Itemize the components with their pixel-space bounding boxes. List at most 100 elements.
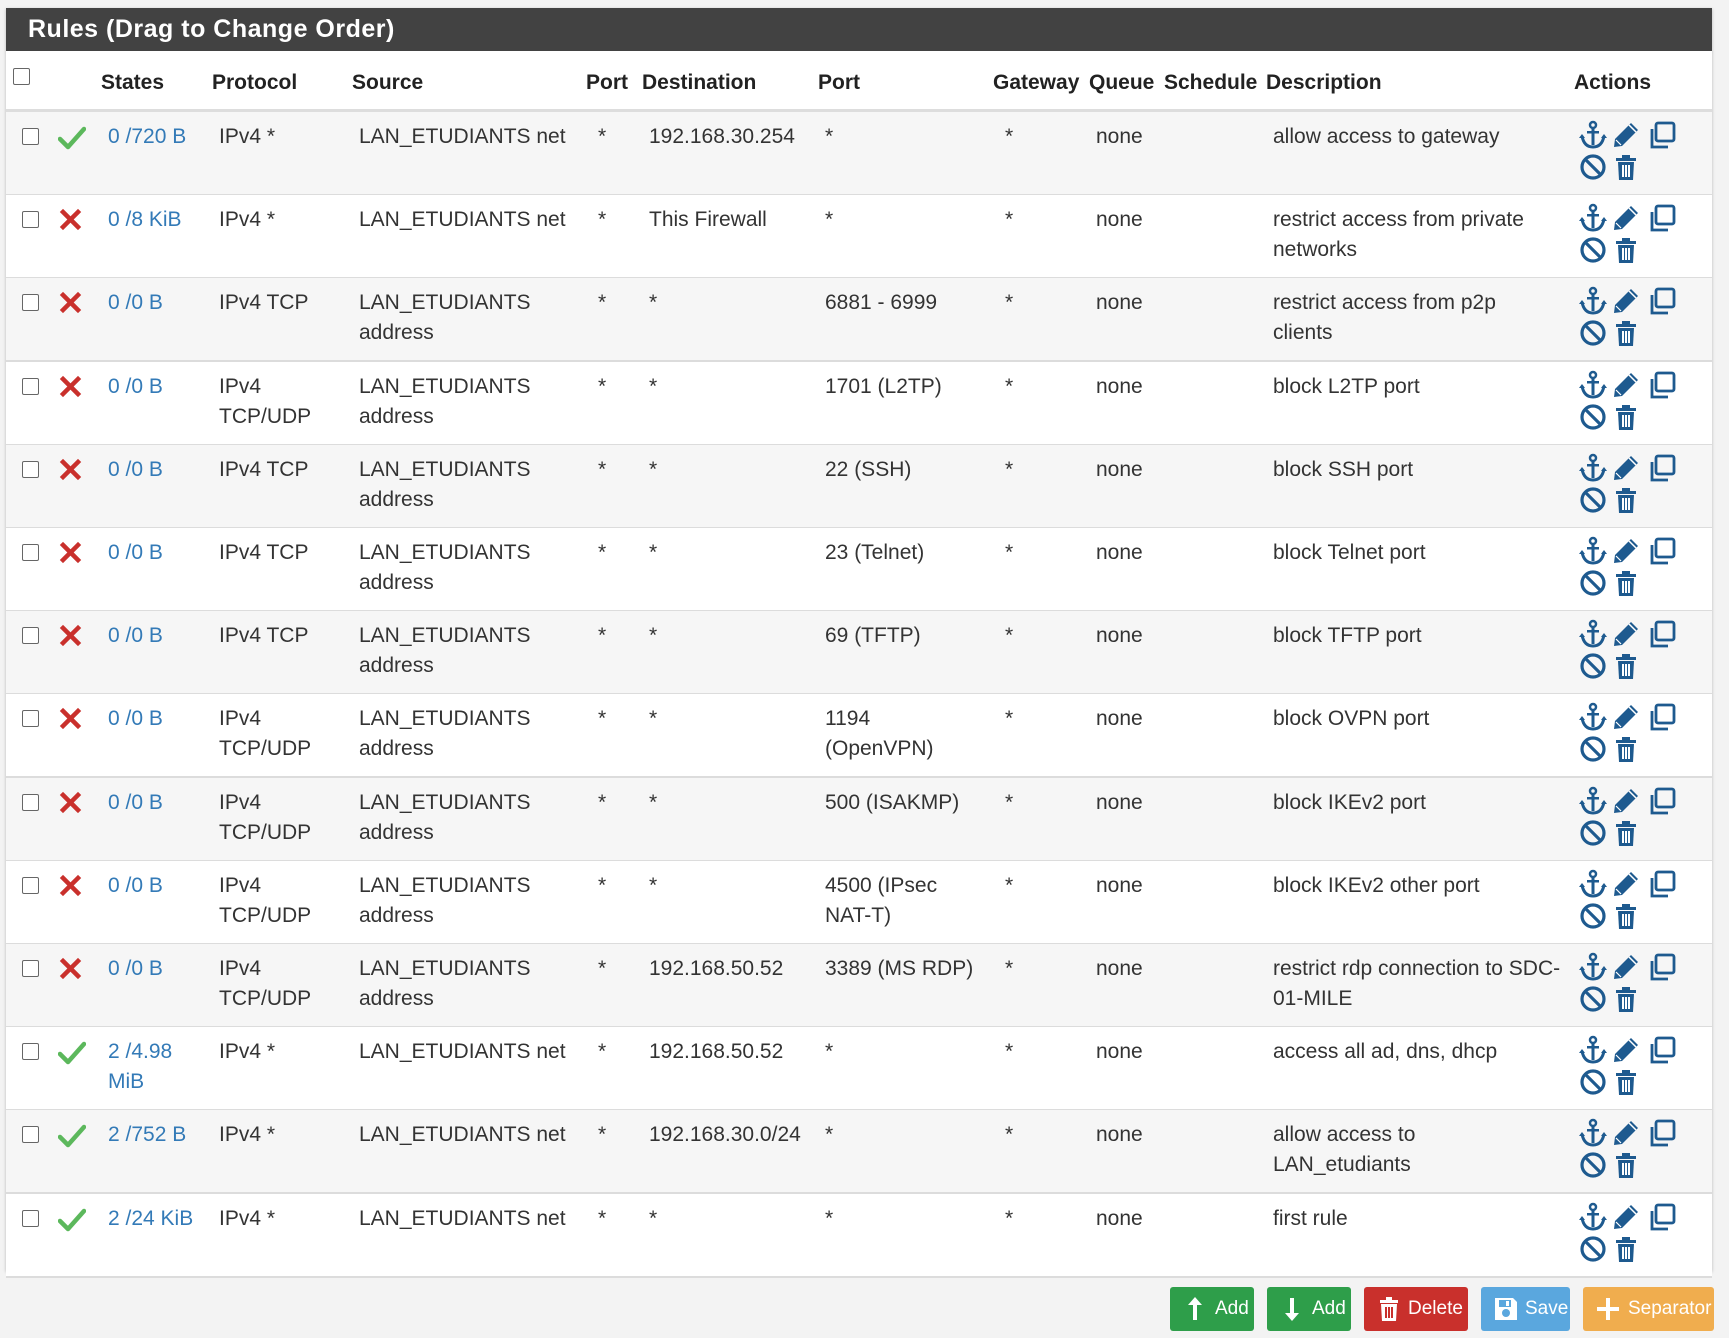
ban-icon[interactable] <box>1578 901 1608 931</box>
ban-icon[interactable] <box>1578 568 1608 598</box>
ban-icon[interactable] <box>1578 734 1608 764</box>
rule-states[interactable]: 0 /0 B <box>108 871 163 901</box>
trash-icon[interactable] <box>1611 1150 1641 1180</box>
add-rule-bottom-button[interactable]: Add <box>1267 1287 1351 1331</box>
rule-row[interactable]: 0 /0 B IPv4 TCP LAN_ETUDIANTS address * * 22 (… <box>6 445 1712 529</box>
ban-icon[interactable] <box>1578 485 1608 515</box>
rule-states[interactable]: 0 /8 KiB <box>108 205 182 235</box>
anchor-icon[interactable] <box>1578 536 1608 566</box>
col-destination[interactable]: Destination <box>642 71 756 95</box>
rule-row[interactable]: 0 /0 B IPv4 TCP/UDP LAN_ETUDIANTS address * * 1… <box>6 694 1712 778</box>
rule-states[interactable]: 0 /720 B <box>108 122 186 152</box>
rule-row[interactable]: 0 /0 B IPv4 TCP LAN_ETUDIANTS address * * 6881… <box>6 278 1712 362</box>
col-source-port[interactable]: Port <box>586 71 628 95</box>
pencil-icon[interactable] <box>1611 619 1641 649</box>
rule-row[interactable]: 2 /752 B IPv4 * LAN_ETUDIANTS net * 192.168.… <box>6 1110 1712 1194</box>
col-schedule[interactable]: Schedule <box>1164 71 1257 95</box>
pencil-icon[interactable] <box>1611 952 1641 982</box>
anchor-icon[interactable] <box>1578 370 1608 400</box>
col-protocol[interactable]: Protocol <box>212 71 297 95</box>
rule-states[interactable]: 2 /752 B <box>108 1120 186 1150</box>
trash-icon[interactable] <box>1611 651 1641 681</box>
pencil-icon[interactable] <box>1611 203 1641 233</box>
col-dest-port[interactable]: Port <box>818 71 860 95</box>
anchor-icon[interactable] <box>1578 1035 1608 1065</box>
pencil-icon[interactable] <box>1611 453 1641 483</box>
trash-icon[interactable] <box>1611 818 1641 848</box>
col-states[interactable]: States <box>101 71 164 95</box>
pencil-icon[interactable] <box>1611 869 1641 899</box>
rule-states[interactable]: 2 /24 KiB <box>108 1204 193 1234</box>
ban-icon[interactable] <box>1578 152 1608 182</box>
select-all-checkbox[interactable] <box>13 68 30 85</box>
copy-icon[interactable] <box>1647 952 1677 982</box>
copy-icon[interactable] <box>1647 203 1677 233</box>
rule-row[interactable]: 2 /24 KiB IPv4 * LAN_ETUDIANTS net * * * * none… <box>6 1194 1712 1278</box>
copy-icon[interactable] <box>1647 1202 1677 1232</box>
rule-select-checkbox[interactable] <box>22 960 39 977</box>
anchor-icon[interactable] <box>1578 203 1608 233</box>
trash-icon[interactable] <box>1611 152 1641 182</box>
col-queue[interactable]: Queue <box>1089 71 1154 95</box>
copy-icon[interactable] <box>1647 1035 1677 1065</box>
anchor-icon[interactable] <box>1578 453 1608 483</box>
copy-icon[interactable] <box>1647 120 1677 150</box>
pencil-icon[interactable] <box>1611 1202 1641 1232</box>
rule-select-checkbox[interactable] <box>22 627 39 644</box>
rule-row[interactable]: 0 /0 B IPv4 TCP LAN_ETUDIANTS address * * 69 (… <box>6 611 1712 695</box>
pencil-icon[interactable] <box>1611 536 1641 566</box>
ban-icon[interactable] <box>1578 651 1608 681</box>
anchor-icon[interactable] <box>1578 120 1608 150</box>
rule-select-checkbox[interactable] <box>22 1210 39 1227</box>
rule-states[interactable]: 0 /0 B <box>108 372 163 402</box>
trash-icon[interactable] <box>1611 235 1641 265</box>
copy-icon[interactable] <box>1647 453 1677 483</box>
trash-icon[interactable] <box>1611 1234 1641 1264</box>
pencil-icon[interactable] <box>1611 786 1641 816</box>
ban-icon[interactable] <box>1578 1234 1608 1264</box>
col-gateway[interactable]: Gateway <box>993 71 1079 95</box>
pencil-icon[interactable] <box>1611 120 1641 150</box>
rule-select-checkbox[interactable] <box>22 877 39 894</box>
anchor-icon[interactable] <box>1578 286 1608 316</box>
rule-states[interactable]: 0 /0 B <box>108 788 163 818</box>
anchor-icon[interactable] <box>1578 1202 1608 1232</box>
trash-icon[interactable] <box>1611 734 1641 764</box>
save-button[interactable]: Save <box>1481 1287 1570 1331</box>
ban-icon[interactable] <box>1578 984 1608 1014</box>
rule-select-checkbox[interactable] <box>22 211 39 228</box>
ban-icon[interactable] <box>1578 402 1608 432</box>
col-description[interactable]: Description <box>1266 71 1382 95</box>
anchor-icon[interactable] <box>1578 952 1608 982</box>
rule-row[interactable]: 2 /4.98 MiB IPv4 * LAN_ETUDIANTS net * 192.16… <box>6 1027 1712 1111</box>
copy-icon[interactable] <box>1647 1118 1677 1148</box>
rule-row[interactable]: 0 /0 B IPv4 TCP/UDP LAN_ETUDIANTS address * * 5… <box>6 778 1712 862</box>
copy-icon[interactable] <box>1647 619 1677 649</box>
rule-select-checkbox[interactable] <box>22 1043 39 1060</box>
trash-icon[interactable] <box>1611 402 1641 432</box>
rule-select-checkbox[interactable] <box>22 544 39 561</box>
col-source[interactable]: Source <box>352 71 423 95</box>
rule-select-checkbox[interactable] <box>22 794 39 811</box>
trash-icon[interactable] <box>1611 984 1641 1014</box>
rule-states[interactable]: 0 /0 B <box>108 621 163 651</box>
copy-icon[interactable] <box>1647 869 1677 899</box>
rule-row[interactable]: 0 /720 B IPv4 * LAN_ETUDIANTS net * 192.168.… <box>6 112 1712 196</box>
anchor-icon[interactable] <box>1578 1118 1608 1148</box>
add-rule-top-button[interactable]: Add <box>1170 1287 1254 1331</box>
rule-row[interactable]: 0 /0 B IPv4 TCP/UDP LAN_ETUDIANTS address * * 1… <box>6 362 1712 446</box>
anchor-icon[interactable] <box>1578 869 1608 899</box>
pencil-icon[interactable] <box>1611 1035 1641 1065</box>
copy-icon[interactable] <box>1647 786 1677 816</box>
copy-icon[interactable] <box>1647 370 1677 400</box>
rule-states[interactable]: 2 /4.98 MiB <box>108 1037 172 1097</box>
pencil-icon[interactable] <box>1611 370 1641 400</box>
pencil-icon[interactable] <box>1611 1118 1641 1148</box>
pencil-icon[interactable] <box>1611 702 1641 732</box>
anchor-icon[interactable] <box>1578 702 1608 732</box>
rule-select-checkbox[interactable] <box>22 1126 39 1143</box>
anchor-icon[interactable] <box>1578 786 1608 816</box>
ban-icon[interactable] <box>1578 318 1608 348</box>
rule-select-checkbox[interactable] <box>22 294 39 311</box>
rule-select-checkbox[interactable] <box>22 128 39 145</box>
